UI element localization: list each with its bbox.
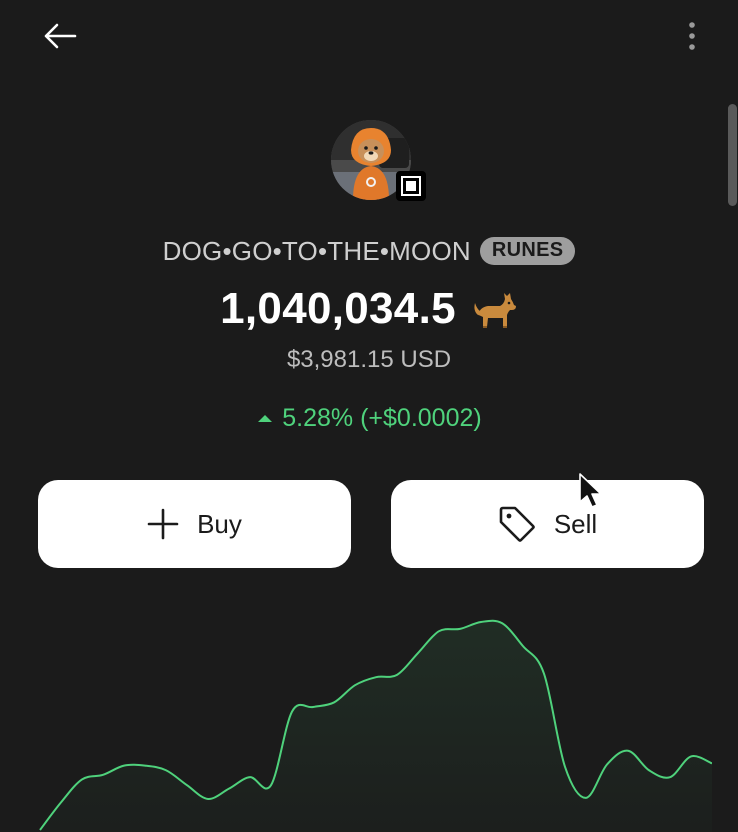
- token-balance: 1,040,034.5: [220, 284, 456, 333]
- plus-icon: [147, 508, 179, 540]
- scrollbar-thumb[interactable]: [728, 104, 737, 206]
- chart-area-fill: [40, 620, 712, 832]
- mouse-pointer-icon: [579, 473, 602, 508]
- token-detail-screen: DOG•GO•TO•THE•MOON RUNES 1,040,034.5 $3,…: [0, 0, 738, 832]
- balance-row: 1,040,034.5: [0, 280, 738, 338]
- buy-button-label: Buy: [197, 508, 242, 539]
- caret-up-icon: [258, 415, 273, 422]
- dog-emoji-icon: [474, 293, 516, 328]
- usd-value: $3,981.15 USD: [286, 346, 452, 373]
- more-vertical-icon: [689, 22, 695, 50]
- buy-button[interactable]: Buy: [38, 480, 351, 568]
- token-type-badge: RUNES: [479, 237, 576, 265]
- more-options-button[interactable]: [672, 16, 712, 56]
- sell-button-label: Sell: [553, 508, 598, 539]
- arrow-left-icon: [44, 23, 77, 49]
- price-chart: [39, 619, 712, 832]
- token-name-row: DOG•GO•TO•THE•MOON RUNES: [0, 232, 738, 270]
- price-change-row: 5.28% (+$0.0002): [0, 400, 738, 436]
- top-bar: [0, 0, 738, 72]
- back-button[interactable]: [38, 16, 82, 56]
- price-change: 5.28% (+$0.0002): [282, 403, 482, 432]
- price-tag-icon: [499, 506, 535, 542]
- bitcoin-layer-icon: [401, 176, 421, 196]
- token-name: DOG•GO•TO•THE•MOON: [162, 235, 471, 266]
- scrollbar[interactable]: [727, 104, 738, 832]
- chain-badge: [396, 171, 426, 201]
- sell-button[interactable]: Sell: [391, 480, 704, 568]
